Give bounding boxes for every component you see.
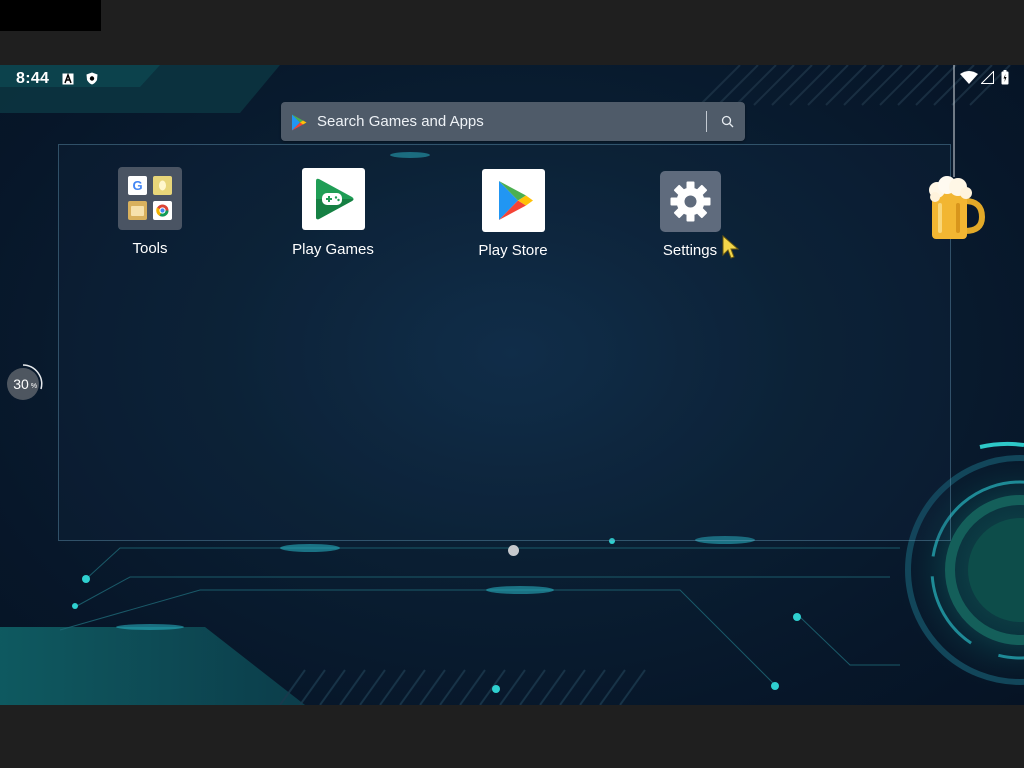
status-bar: 8:44 [0,65,1024,91]
shield-icon [86,72,98,90]
progress-value: 30 [13,376,29,392]
play-store-icon[interactable] [482,169,545,232]
font-a-icon [62,72,74,90]
app-play-games[interactable]: Play Games [283,165,383,265]
app-play-store[interactable]: Play Store [463,165,563,265]
wifi-icon [960,71,978,89]
svg-text:G: G [132,178,142,193]
app-tools[interactable]: G Tools [110,165,190,265]
app-label: Play Games [292,241,374,258]
top-black-bar [0,0,101,31]
progress-unit: % [31,383,37,390]
search-icon[interactable] [721,115,734,133]
mouse-cursor-icon [722,234,740,266]
android-home-screen: 8:44 Search Games and Apps G Tools Play … [0,65,1024,705]
tools-folder-icon[interactable]: G [118,167,182,230]
gear-icon[interactable] [660,171,721,232]
app-label: Tools [132,240,168,257]
battery-icon [1001,70,1009,90]
beer-mug-icon[interactable] [927,173,986,248]
clock: 8:44 [16,70,50,87]
search-bar[interactable]: Search Games and Apps [281,102,745,141]
search-placeholder[interactable]: Search Games and Apps [317,113,484,130]
page-indicator-dot[interactable] [508,545,519,556]
play-store-icon [291,114,307,136]
play-games-icon[interactable] [302,168,365,230]
app-label: Play Store [478,242,548,259]
search-divider [706,111,707,132]
progress-bubble[interactable]: 30 % [4,363,46,410]
signal-icon [980,70,994,89]
